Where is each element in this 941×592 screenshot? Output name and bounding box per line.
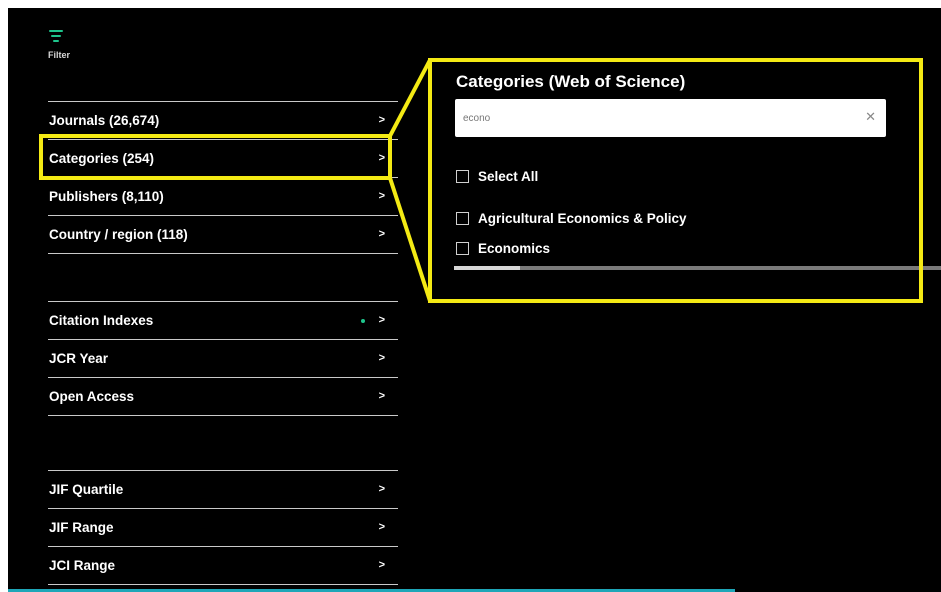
checkbox-icon bbox=[456, 170, 469, 183]
options-scrollbar[interactable] bbox=[454, 266, 941, 270]
filter-item-label: Open Access bbox=[49, 389, 135, 404]
filter-item-publishers[interactable]: Publishers (8,110) > bbox=[48, 178, 398, 216]
chevron-right-icon: > bbox=[378, 559, 385, 571]
filter-item-label: Citation Indexes bbox=[49, 313, 154, 328]
filter-item-label: JIF Quartile bbox=[49, 482, 124, 497]
filter-group-secondary: Citation Indexes > JCR Year > Open Acces… bbox=[48, 301, 398, 416]
chevron-right-icon: > bbox=[378, 483, 385, 495]
chevron-right-icon: > bbox=[378, 114, 385, 126]
chevron-right-icon: > bbox=[378, 190, 385, 202]
active-indicator-dot bbox=[361, 319, 365, 323]
chevron-right-icon: > bbox=[378, 314, 385, 326]
select-all-checkbox[interactable]: Select All bbox=[456, 169, 538, 184]
app-window: Filter Journals (26,674) > Categories (2… bbox=[8, 8, 941, 592]
filter-toggle[interactable]: Filter bbox=[48, 28, 88, 68]
chevron-right-icon: > bbox=[378, 390, 385, 402]
chevron-right-icon: > bbox=[378, 228, 385, 240]
filter-item-label: Publishers (8,110) bbox=[49, 189, 164, 204]
filter-group-primary: Journals (26,674) > Categories (254) > P… bbox=[48, 101, 398, 254]
chevron-right-icon: > bbox=[378, 152, 385, 164]
category-option-label: Agricultural Economics & Policy bbox=[478, 211, 687, 226]
checkbox-icon bbox=[456, 212, 469, 225]
filter-item-open-access[interactable]: Open Access > bbox=[48, 378, 398, 416]
close-icon[interactable]: ✕ bbox=[865, 109, 876, 125]
categories-panel-title: Categories (Web of Science) bbox=[456, 72, 686, 91]
filter-icon bbox=[49, 30, 63, 42]
filter-item-label: Categories (254) bbox=[49, 151, 155, 166]
filter-item-citation-indexes[interactable]: Citation Indexes > bbox=[48, 302, 398, 340]
filter-label: Filter bbox=[48, 50, 71, 60]
select-all-label: Select All bbox=[478, 169, 539, 184]
filter-item-categories[interactable]: Categories (254) > bbox=[48, 140, 398, 178]
filter-item-journals[interactable]: Journals (26,674) > bbox=[48, 102, 398, 140]
category-search-input[interactable] bbox=[463, 108, 843, 128]
filter-item-label: JIF Range bbox=[49, 520, 114, 535]
scrollbar-thumb[interactable] bbox=[454, 266, 520, 270]
filter-item-label: JCI Range bbox=[49, 558, 116, 573]
filter-group-metrics: JIF Quartile > JIF Range > JCI Range > bbox=[48, 470, 398, 585]
category-option-label: Economics bbox=[478, 241, 551, 256]
filter-item-label: JCR Year bbox=[49, 351, 109, 366]
filter-item-label: Country / region (118) bbox=[49, 227, 188, 242]
chevron-right-icon: > bbox=[378, 521, 385, 533]
category-search-box: ✕ bbox=[455, 99, 886, 137]
filter-item-country-region[interactable]: Country / region (118) > bbox=[48, 216, 398, 254]
filter-list: Journals (26,674) > Categories (254) > P… bbox=[48, 101, 398, 585]
chevron-right-icon: > bbox=[378, 352, 385, 364]
filter-item-label: Journals (26,674) bbox=[49, 113, 160, 128]
filter-item-jcr-year[interactable]: JCR Year > bbox=[48, 340, 398, 378]
filter-item-jif-quartile[interactable]: JIF Quartile > bbox=[48, 471, 398, 509]
filter-item-jif-range[interactable]: JIF Range > bbox=[48, 509, 398, 547]
checkbox-icon bbox=[456, 242, 469, 255]
category-option-agricultural-economics[interactable]: Agricultural Economics & Policy bbox=[456, 211, 687, 226]
category-option-economics[interactable]: Economics bbox=[456, 241, 550, 256]
filter-item-jci-range[interactable]: JCI Range > bbox=[48, 547, 398, 585]
